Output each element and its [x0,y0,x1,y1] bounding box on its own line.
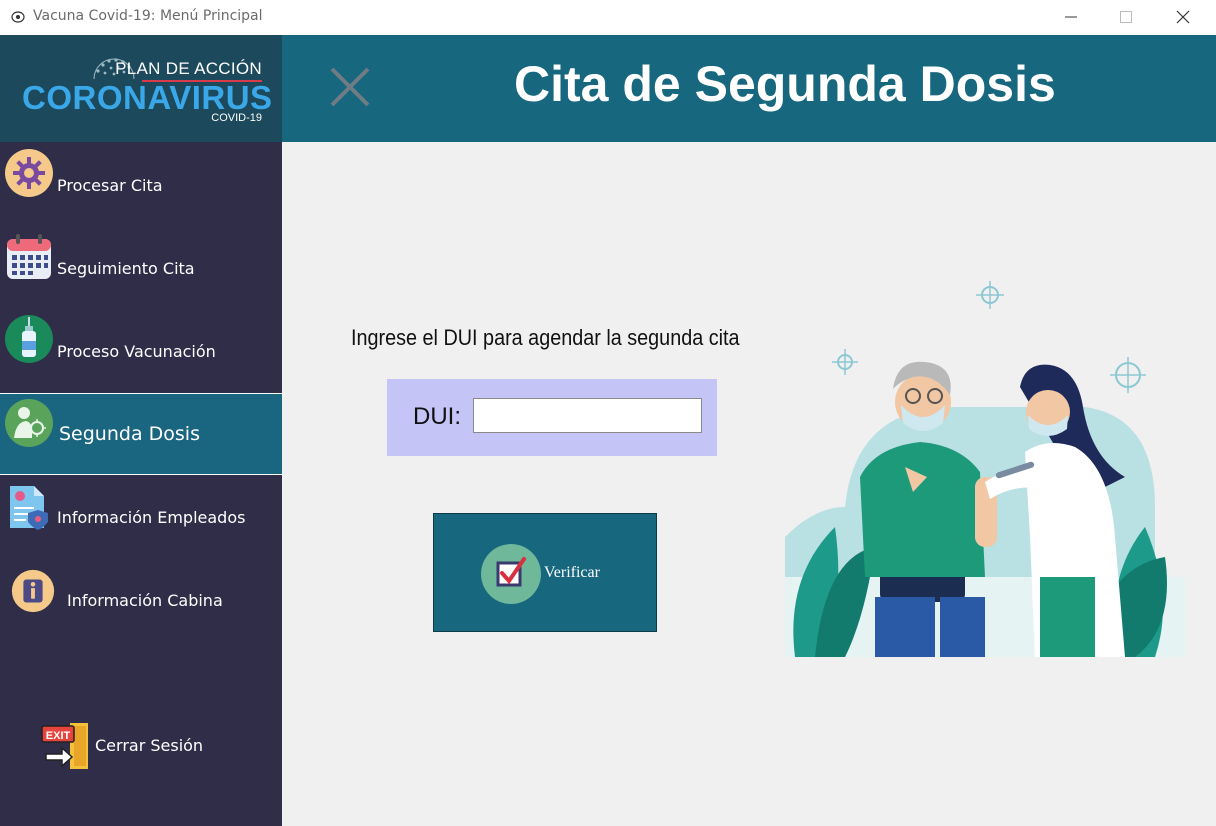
minimize-button[interactable] [1048,0,1094,33]
maximize-icon [1120,10,1132,23]
close-icon [1176,10,1190,23]
window-title: Vacuna Covid-19: Menú Principal [33,8,263,24]
sidebar-item-informacion-cabina[interactable]: Información Cabina [0,559,282,641]
gear-icon [5,149,53,197]
maximize-button[interactable] [1103,0,1149,33]
sidebar-item-label: Información Empleados [57,507,246,527]
verify-label: Verificar [544,564,600,581]
close-window-button[interactable] [1160,0,1206,33]
sidebar-item-procesar-cita[interactable]: Procesar Cita [0,144,282,226]
sidebar-item-label: Seguimiento Cita [57,258,195,278]
window-titlebar: Vacuna Covid-19: Menú Principal [0,0,1216,35]
main-content: Ingrese el DUI para agendar la segunda c… [282,142,1216,826]
app-icon [11,11,25,23]
exit-door-icon: EXIT [41,723,88,769]
sidebar-item-informacion-empleados[interactable]: Información Empleados [0,476,282,558]
sidebar-item-label: Segunda Dosis [59,423,200,445]
dui-panel: DUI: [387,379,717,456]
logo: PLAN DE ACCIÓN CORONAVIRUS COVID-19 [0,35,282,142]
dui-prompt: Ingrese el DUI para agendar la segunda c… [351,325,740,350]
vaccine-vial-icon [5,315,53,363]
vaccination-illustration [785,281,1185,657]
page-header: Cita de Segunda Dosis [282,35,1216,142]
sidebar-item-label: Procesar Cita [57,175,163,195]
verify-button[interactable]: Verificar [433,513,657,632]
sidebar-item-proceso-vacunacion[interactable]: Proceso Vacunación [0,310,282,392]
minimize-icon [1065,16,1077,17]
close-x-icon[interactable] [328,65,372,109]
page-title: Cita de Segunda Dosis [514,56,1056,112]
calendar-icon [7,234,51,279]
checkbox-check-icon [481,544,541,604]
sidebar: PLAN DE ACCIÓN CORONAVIRUS COVID-19 Proc… [0,35,282,826]
logo-sub-text: COVID-19 [211,112,262,124]
logo-plan-text: PLAN DE ACCIÓN [115,59,262,78]
info-icon [11,569,55,613]
person-virus-icon [5,399,53,447]
dui-label: DUI: [413,403,461,430]
logout-button[interactable]: EXIT Cerrar Sesión [22,700,250,790]
sidebar-item-segunda-dosis[interactable]: Segunda Dosis [0,393,282,475]
employee-file-icon [10,486,48,530]
sidebar-item-label: Proceso Vacunación [57,341,216,361]
svg-text:EXIT: EXIT [46,730,71,742]
logout-label: Cerrar Sesión [95,736,204,755]
sidebar-item-seguimiento-cita[interactable]: Seguimiento Cita [0,227,282,309]
dui-input[interactable] [473,398,702,433]
sidebar-item-label: Información Cabina [67,590,223,610]
